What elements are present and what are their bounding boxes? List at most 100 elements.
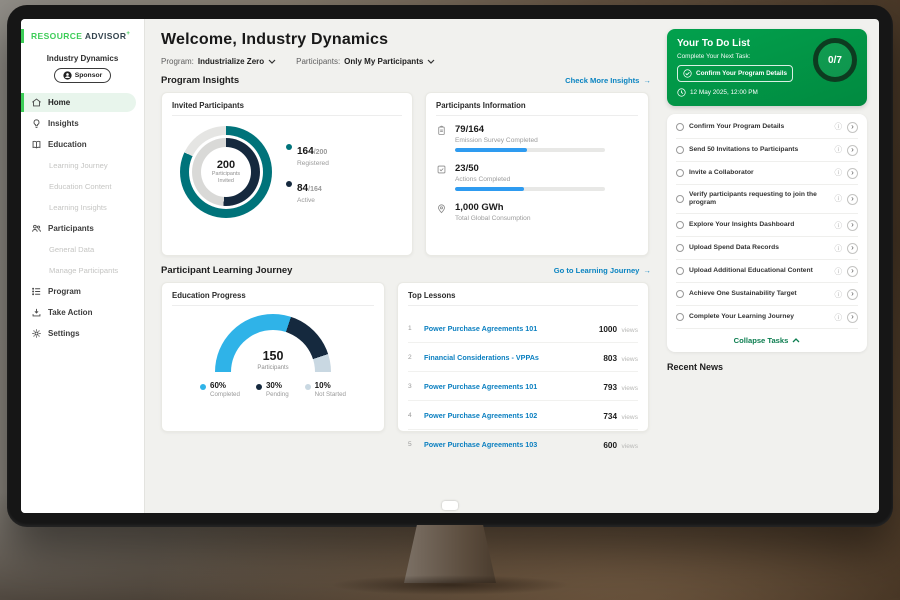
legend-dot (305, 384, 311, 390)
participants-filter-label: Participants: (296, 57, 340, 66)
info-icon[interactable]: ⓘ (835, 245, 843, 253)
info-icon[interactable]: ⓘ (835, 169, 843, 177)
lesson-link[interactable]: Financial Considerations - VPPAs (424, 353, 597, 362)
action-arrow-icon (31, 307, 42, 318)
legend-dot (200, 384, 206, 390)
invited-donut: 200 Participants Invited (180, 126, 272, 218)
sidebar-item-take-action[interactable]: Take Action (21, 303, 144, 322)
main-content: Welcome, Industry Dynamics Program: Indu… (145, 19, 663, 513)
go-to-learning-journey-link[interactable]: Go to Learning Journey → (554, 266, 651, 275)
sidebar-item-program[interactable]: Program (21, 282, 144, 301)
sidebar-item-participants[interactable]: Participants (21, 219, 144, 238)
program-insights-cards: Invited Participants 200 Participants In… (161, 92, 651, 256)
task-row-send-invitations[interactable]: Send 50 Invitations to Participants ⓘ › (676, 139, 858, 162)
task-row-upload-educational-content[interactable]: Upload Additional Educational Content ⓘ … (676, 260, 858, 283)
lesson-row-3: 3 Power Purchase Agreements 101 793 view… (408, 372, 638, 401)
collapse-tasks-link[interactable]: Collapse Tasks (676, 329, 858, 352)
chevron-right-icon[interactable]: › (847, 243, 858, 254)
sidebar-item-learning-insights[interactable]: Learning Insights (21, 199, 144, 216)
card-title: Education Progress (172, 291, 374, 306)
todo-title: Your To Do List (677, 38, 807, 49)
info-icon[interactable]: ⓘ (835, 314, 843, 322)
screen-bottom-logo (442, 501, 458, 510)
task-checkbox[interactable] (676, 195, 684, 203)
logo-resource: RESOURCE (31, 31, 82, 41)
sidebar-item-label: Learning Journey (49, 161, 108, 170)
program-filter-dropdown[interactable]: Program: Industrialize Zero (161, 57, 276, 66)
due-date: 12 May 2025, 12:00 PM (677, 88, 807, 97)
info-icon[interactable]: ⓘ (835, 291, 843, 299)
clock-icon (677, 88, 686, 97)
recent-news-title: Recent News (667, 362, 867, 372)
sidebar-item-learning-journey[interactable]: Learning Journey (21, 157, 144, 174)
participants-filter-dropdown[interactable]: Participants: Only My Participants (296, 57, 435, 66)
lesson-link[interactable]: Power Purchase Agreements 103 (424, 440, 597, 449)
task-checkbox[interactable] (676, 146, 684, 154)
task-checkbox[interactable] (676, 313, 684, 321)
sidebar-item-label: General Data (49, 245, 94, 254)
legend-pending: 30%Pending (256, 381, 289, 398)
lesson-link[interactable]: Power Purchase Agreements 101 (424, 324, 593, 333)
chevron-right-icon[interactable]: › (847, 168, 858, 179)
legend-active: 84/164 Active (286, 178, 329, 204)
card-title: Participants Information (436, 101, 638, 116)
task-row-complete-learning-journey[interactable]: Complete Your Learning Journey ⓘ › (676, 306, 858, 329)
lesson-row-5: 5 Power Purchase Agreements 103 600 view… (408, 430, 638, 458)
sidebar-item-label: Participants (48, 224, 94, 233)
task-row-verify-participants[interactable]: Verify participants requesting to join t… (676, 185, 858, 214)
education-gauge: 150 Participants (215, 314, 331, 372)
check-more-insights-link[interactable]: Check More Insights → (565, 76, 651, 85)
task-checkbox[interactable] (676, 290, 684, 298)
info-icon[interactable]: ⓘ (835, 123, 843, 131)
lesson-link[interactable]: Power Purchase Agreements 101 (424, 382, 597, 391)
arrow-right-icon: → (643, 266, 651, 275)
sidebar-nav: Home Insights Education Learning Journey (21, 92, 144, 344)
task-row-explore-insights-dashboard[interactable]: Explore Your Insights Dashboard ⓘ › (676, 214, 858, 237)
home-icon (31, 97, 42, 108)
sidebar-item-insights[interactable]: Insights (21, 114, 144, 133)
task-row-confirm-program-details[interactable]: Confirm Your Program Details ⓘ › (676, 116, 858, 139)
sponsor-badge[interactable]: Sponsor (54, 68, 112, 83)
task-row-upload-spend-data[interactable]: Upload Spend Data Records ⓘ › (676, 237, 858, 260)
sidebar-item-education[interactable]: Education (21, 135, 144, 154)
link-label: Go to Learning Journey (554, 266, 640, 275)
chevron-right-icon[interactable]: › (847, 312, 858, 323)
donut-center-label: Participants Invited (208, 171, 244, 185)
sidebar-item-general-data[interactable]: General Data (21, 241, 144, 258)
todo-subtitle: Complete Your Next Task: (677, 53, 807, 60)
sidebar-item-label: Insights (48, 119, 79, 128)
donut-legend: 164/200 Registered 84/164 Active (286, 141, 329, 204)
sidebar-item-education-content[interactable]: Education Content (21, 178, 144, 195)
sidebar-item-settings[interactable]: Settings (21, 324, 144, 343)
task-checkbox[interactable] (676, 244, 684, 252)
task-checkbox[interactable] (676, 221, 684, 229)
info-icon[interactable]: ⓘ (835, 222, 843, 230)
card-title: Invited Participants (172, 101, 402, 116)
task-checkbox[interactable] (676, 123, 684, 131)
next-task-chip[interactable]: Confirm Your Program Details (677, 65, 793, 82)
sidebar-item-manage-participants[interactable]: Manage Participants (21, 262, 144, 279)
info-icon[interactable]: ⓘ (835, 268, 843, 276)
task-row-invite-collaborator[interactable]: Invite a Collaborator ⓘ › (676, 162, 858, 185)
app-logo: RESOURCE ADVISOR+ (31, 31, 140, 41)
info-icon[interactable]: ⓘ (835, 146, 843, 154)
task-row-achieve-sustainability-target[interactable]: Achieve One Sustainability Target ⓘ › (676, 283, 858, 306)
sidebar-item-label: Take Action (48, 308, 92, 317)
chevron-right-icon[interactable]: › (847, 194, 858, 205)
info-icon[interactable]: ⓘ (835, 195, 843, 203)
app-window: RESOURCE ADVISOR+ Industry Dynamics Spon… (21, 19, 879, 513)
monitor-stand-shadow (330, 575, 570, 595)
participants-filter-value: Only My Participants (344, 57, 423, 66)
sidebar-item-home[interactable]: Home (21, 93, 136, 112)
chevron-right-icon[interactable]: › (847, 289, 858, 300)
chevron-right-icon[interactable]: › (847, 266, 858, 277)
chevron-right-icon[interactable]: › (847, 122, 858, 133)
sponsor-badge-label: Sponsor (75, 72, 103, 79)
lightbulb-icon (31, 118, 42, 129)
learning-journey-section-head: Participant Learning Journey Go to Learn… (161, 265, 651, 276)
chevron-right-icon[interactable]: › (847, 145, 858, 156)
lesson-link[interactable]: Power Purchase Agreements 102 (424, 411, 597, 420)
task-checkbox[interactable] (676, 169, 684, 177)
chevron-right-icon[interactable]: › (847, 220, 858, 231)
task-checkbox[interactable] (676, 267, 684, 275)
